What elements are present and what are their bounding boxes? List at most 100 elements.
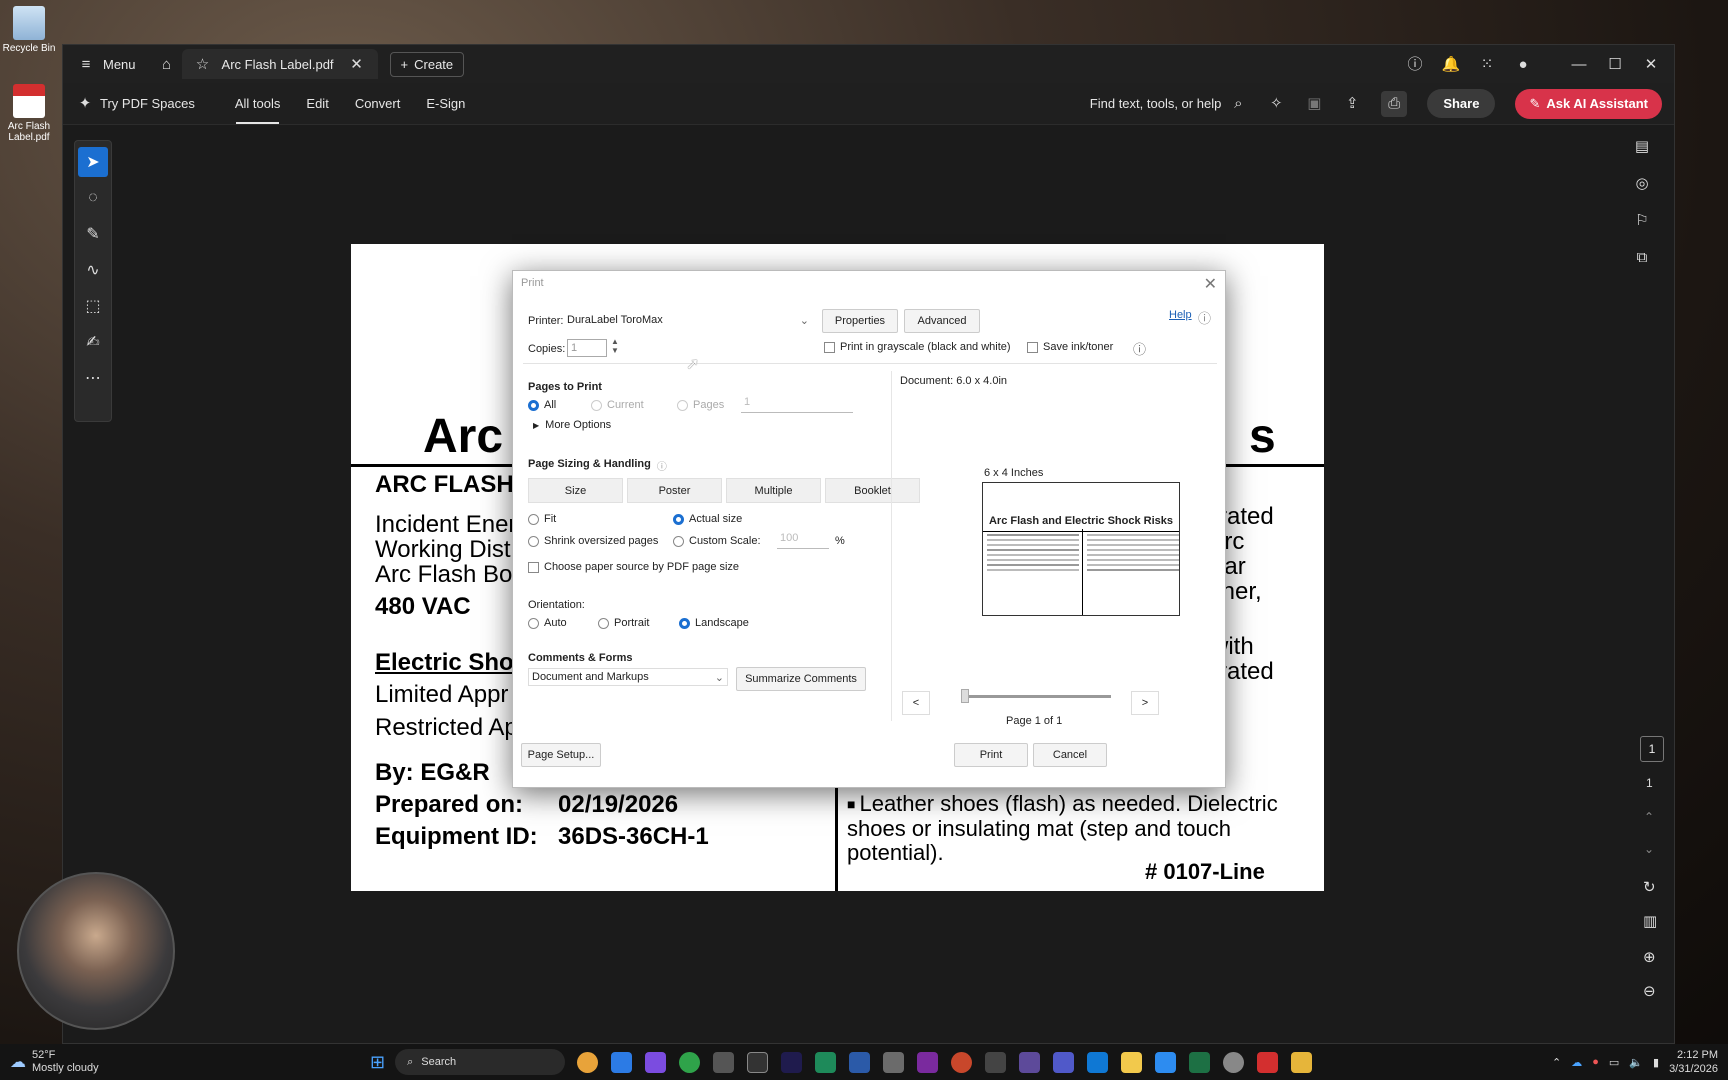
clock[interactable]: 2:12 PM 3/31/2026 bbox=[1669, 1048, 1718, 1077]
sharepoint-icon[interactable] bbox=[815, 1051, 837, 1073]
more-tools-icon[interactable]: ⋯ bbox=[78, 363, 108, 393]
document-icon[interactable]: ▥ bbox=[1643, 912, 1657, 930]
azure-icon[interactable] bbox=[1155, 1051, 1177, 1073]
help-circle-icon[interactable]: ⓘ bbox=[1198, 308, 1211, 327]
radio-fit[interactable]: Fit bbox=[528, 513, 556, 525]
gear-icon[interactable] bbox=[1223, 1051, 1245, 1073]
radio-landscape[interactable]: Landscape bbox=[679, 617, 749, 629]
network-icon[interactable]: ▭ bbox=[1609, 1056, 1619, 1069]
page-down-icon[interactable]: ⌄ bbox=[1644, 842, 1654, 856]
menu-button[interactable]: ≡ Menu bbox=[63, 45, 150, 83]
onedrive-icon[interactable]: ☁ bbox=[1571, 1056, 1582, 1069]
bookmark-icon[interactable]: ⚐ bbox=[1628, 206, 1656, 234]
word-icon[interactable] bbox=[849, 1051, 871, 1073]
volume-icon[interactable]: 🔈 bbox=[1629, 1056, 1643, 1069]
edit-panel-icon[interactable]: ▤ bbox=[1628, 132, 1656, 160]
find-search[interactable]: Find text, tools, or help ⌕ bbox=[1090, 95, 1248, 113]
info-icon[interactable]: ⓘ bbox=[1133, 339, 1146, 358]
minimize-icon[interactable]: — bbox=[1570, 55, 1588, 73]
tab-all-tools[interactable]: All tools bbox=[222, 83, 294, 124]
save-icon[interactable]: ▣ bbox=[1305, 95, 1323, 113]
mic-icon[interactable]: ● bbox=[1592, 1056, 1599, 1068]
tab-edit[interactable]: Edit bbox=[293, 83, 341, 124]
highlight-tool-icon[interactable]: ✎ bbox=[78, 219, 108, 249]
print-icon[interactable]: ⎙ bbox=[1381, 90, 1408, 117]
more-options-toggle[interactable]: ▶ More Options bbox=[533, 419, 611, 432]
cancel-button[interactable]: Cancel bbox=[1033, 743, 1107, 767]
close-window-icon[interactable]: ✕ bbox=[1642, 55, 1660, 73]
recycle-bin[interactable]: Recycle Bin bbox=[2, 6, 56, 54]
size-button[interactable]: Size bbox=[528, 478, 623, 503]
close-tab-icon[interactable]: ✕ bbox=[348, 55, 366, 73]
photos-app-icon[interactable] bbox=[713, 1051, 735, 1073]
chevron-up-icon[interactable]: ⌃ bbox=[1552, 1056, 1561, 1069]
comments-select[interactable]: Document and Markups ⌄ bbox=[528, 668, 728, 686]
grayscale-checkbox[interactable]: Print in grayscale (black and white) bbox=[824, 341, 1011, 353]
close-dialog-icon[interactable]: ✕ bbox=[1204, 274, 1217, 294]
upload-cloud-icon[interactable]: ⇪ bbox=[1343, 95, 1361, 113]
printer-select[interactable]: DuraLabel ToroMax ⌄ bbox=[563, 311, 813, 329]
current-page-box[interactable]: 1 bbox=[1640, 736, 1664, 762]
radio-pages[interactable]: Pages bbox=[677, 399, 724, 411]
outlook-icon[interactable] bbox=[1087, 1051, 1109, 1073]
camera-app-icon[interactable] bbox=[645, 1051, 667, 1073]
radio-auto[interactable]: Auto bbox=[528, 617, 567, 629]
print-button[interactable]: Print bbox=[954, 743, 1028, 767]
apps-grid-icon[interactable]: ⁙ bbox=[1478, 55, 1496, 73]
maps-app-icon[interactable] bbox=[679, 1051, 701, 1073]
desktop-pdf-file[interactable]: Arc Flash Label.pdf bbox=[2, 84, 56, 143]
visual-studio-icon[interactable] bbox=[1019, 1051, 1041, 1073]
radio-current[interactable]: Current bbox=[591, 399, 644, 411]
page-slider-thumb[interactable] bbox=[961, 689, 969, 703]
onenote-icon[interactable] bbox=[917, 1051, 939, 1073]
profile-avatar-icon[interactable]: ● bbox=[1514, 55, 1532, 73]
sizing-info-icon[interactable]: ⓘ bbox=[657, 458, 667, 473]
zoom-in-icon[interactable]: ⊕ bbox=[1643, 948, 1656, 966]
choose-paper-checkbox[interactable]: Choose paper source by PDF page size bbox=[528, 561, 739, 573]
ai-tools-icon[interactable]: ✧ bbox=[1267, 95, 1285, 113]
file-explorer-icon[interactable] bbox=[1291, 1051, 1313, 1073]
battery-icon[interactable]: ▮ bbox=[1653, 1056, 1659, 1069]
page-setup-button[interactable]: Page Setup... bbox=[521, 743, 601, 767]
copies-input[interactable]: 1 bbox=[567, 339, 607, 357]
summarize-comments-button[interactable]: Summarize Comments bbox=[736, 667, 866, 691]
radio-portrait[interactable]: Portrait bbox=[598, 617, 649, 629]
tab-convert[interactable]: Convert bbox=[342, 83, 414, 124]
pages-panel-icon[interactable]: ⧉ bbox=[1628, 243, 1656, 271]
properties-button[interactable]: Properties bbox=[822, 309, 898, 333]
after-effects-icon[interactable] bbox=[781, 1051, 803, 1073]
home-icon[interactable]: ⌂ bbox=[158, 55, 176, 73]
lasso-draw-icon[interactable]: ∿ bbox=[78, 255, 108, 285]
create-button[interactable]: + Create bbox=[389, 51, 465, 77]
radio-all[interactable]: All bbox=[528, 399, 556, 411]
star-icon[interactable]: ☆ bbox=[194, 55, 212, 73]
sign-tool-icon[interactable]: ✍ bbox=[78, 327, 108, 357]
maximize-icon[interactable]: ☐ bbox=[1606, 55, 1624, 73]
powerpoint-icon[interactable] bbox=[951, 1051, 973, 1073]
acrobat-taskbar-icon[interactable] bbox=[1257, 1051, 1279, 1073]
rotate-icon[interactable]: ↻ bbox=[1643, 878, 1656, 896]
poster-button[interactable]: Poster bbox=[627, 478, 722, 503]
settings-app-icon[interactable] bbox=[611, 1051, 633, 1073]
chrome-icon[interactable] bbox=[577, 1051, 599, 1073]
prev-page-button[interactable]: < bbox=[902, 691, 930, 715]
custom-scale-input[interactable]: 100 bbox=[777, 531, 829, 549]
page-slider-track[interactable] bbox=[961, 695, 1111, 698]
teams-icon[interactable] bbox=[1053, 1051, 1075, 1073]
text-select-icon[interactable]: ⬚ bbox=[78, 291, 108, 321]
excel-icon[interactable] bbox=[1189, 1051, 1211, 1073]
radio-custom-scale[interactable]: Custom Scale: bbox=[673, 535, 761, 547]
try-pdf-spaces-button[interactable]: ✦ Try PDF Spaces bbox=[63, 83, 208, 124]
multiple-button[interactable]: Multiple bbox=[726, 478, 821, 503]
windows-start-icon[interactable]: ⊞ bbox=[370, 1052, 385, 1073]
tab-e-sign[interactable]: E-Sign bbox=[413, 83, 478, 124]
next-page-button[interactable]: > bbox=[1131, 691, 1159, 715]
booklet-button[interactable]: Booklet bbox=[825, 478, 920, 503]
radio-shrink[interactable]: Shrink oversized pages bbox=[528, 535, 658, 547]
help-link[interactable]: Help bbox=[1169, 309, 1192, 321]
page-up-icon[interactable]: ⌃ bbox=[1644, 810, 1654, 824]
capture-app-icon[interactable] bbox=[747, 1051, 769, 1073]
select-tool-icon[interactable]: ➤ bbox=[78, 147, 108, 177]
sticky-notes-icon[interactable] bbox=[1121, 1051, 1143, 1073]
chart-app-icon[interactable] bbox=[883, 1051, 905, 1073]
